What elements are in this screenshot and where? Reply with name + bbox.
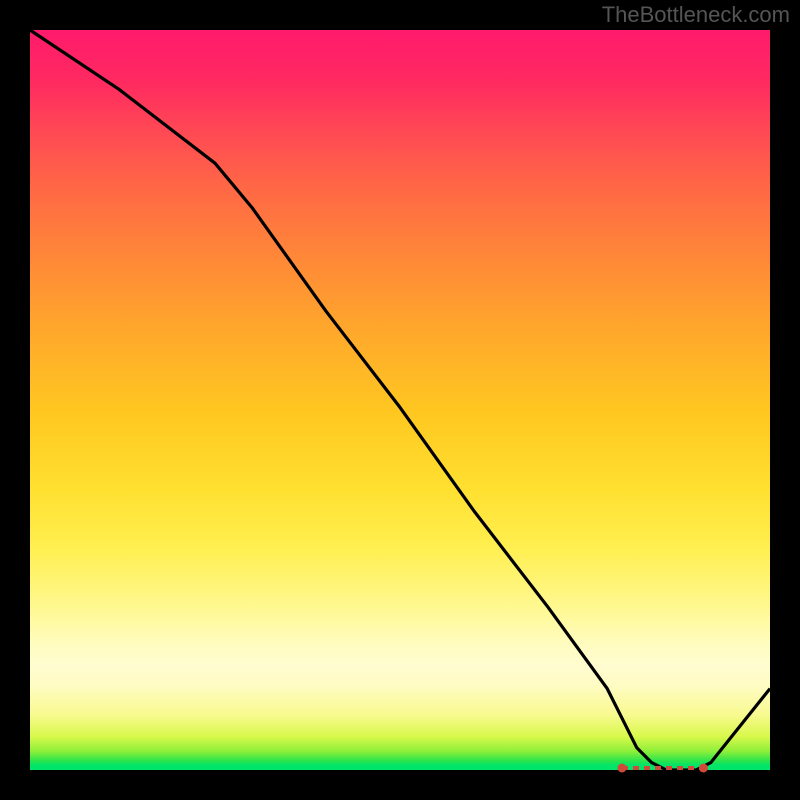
chart-svg: [30, 30, 770, 770]
curve-path: [30, 30, 770, 770]
attribution-text: TheBottleneck.com: [602, 2, 790, 28]
plot-area: [30, 30, 770, 770]
chart-container: TheBottleneck.com: [0, 0, 800, 800]
curve-group: [30, 30, 770, 770]
